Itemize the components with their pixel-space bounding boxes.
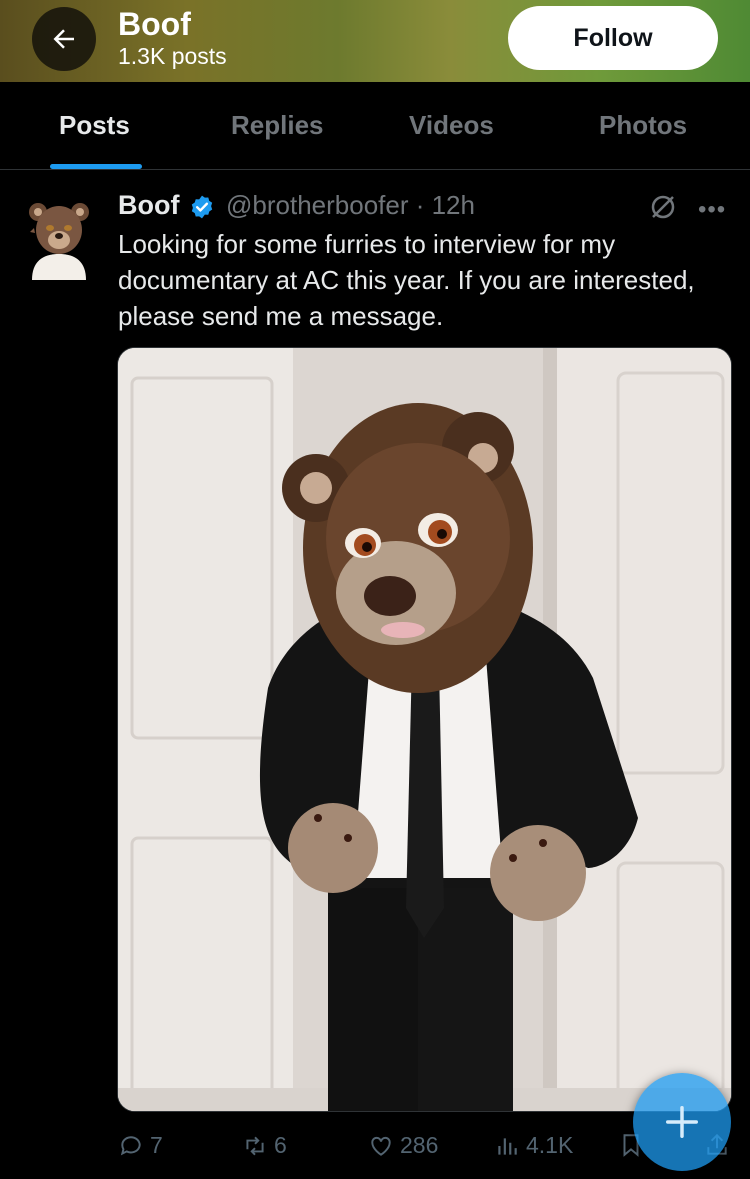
back-button[interactable] bbox=[32, 7, 96, 71]
tab-photos[interactable]: Photos bbox=[599, 110, 687, 141]
active-tab-indicator bbox=[50, 164, 142, 169]
compose-button[interactable] bbox=[633, 1073, 731, 1171]
post-handle-time[interactable]: @brotherboofer · 12h bbox=[226, 190, 475, 221]
like-count: 286 bbox=[400, 1132, 439, 1158]
post-text: Looking for some furries to interview fo… bbox=[118, 229, 695, 331]
more-icon[interactable]: ••• bbox=[698, 196, 726, 224]
tab-videos[interactable]: Videos bbox=[409, 110, 494, 141]
back-arrow-icon bbox=[53, 29, 74, 49]
reply-count: 7 bbox=[150, 1132, 163, 1158]
tab-posts[interactable]: Posts bbox=[59, 110, 130, 141]
reply-icon bbox=[120, 1135, 141, 1155]
profile-header: Boof 1.3K posts Follow bbox=[0, 0, 750, 82]
like-icon bbox=[371, 1136, 391, 1156]
compose-plus-icon bbox=[666, 1106, 698, 1138]
profile-tabs: Posts Replies Videos Photos bbox=[0, 82, 750, 170]
profile-name: Boof bbox=[118, 6, 191, 42]
avatar[interactable] bbox=[26, 196, 92, 280]
follow-button[interactable]: Follow bbox=[508, 6, 718, 70]
reply-button[interactable]: 7 bbox=[118, 1132, 163, 1159]
post-author-name[interactable]: Boof bbox=[118, 190, 179, 221]
post-count: 1.3K posts bbox=[118, 43, 227, 69]
views-count: 4.1K bbox=[526, 1132, 574, 1158]
grok-icon[interactable] bbox=[648, 192, 678, 222]
repost-button[interactable]: 6 bbox=[242, 1132, 287, 1159]
post-image[interactable] bbox=[117, 347, 732, 1112]
verified-badge-icon bbox=[191, 195, 213, 219]
tab-replies[interactable]: Replies bbox=[231, 110, 324, 141]
views-button[interactable]: 4.1K bbox=[494, 1132, 573, 1159]
repost-count: 6 bbox=[274, 1132, 287, 1158]
repost-icon bbox=[246, 1136, 264, 1155]
views-icon bbox=[498, 1137, 517, 1155]
like-button[interactable]: 286 bbox=[368, 1132, 438, 1159]
